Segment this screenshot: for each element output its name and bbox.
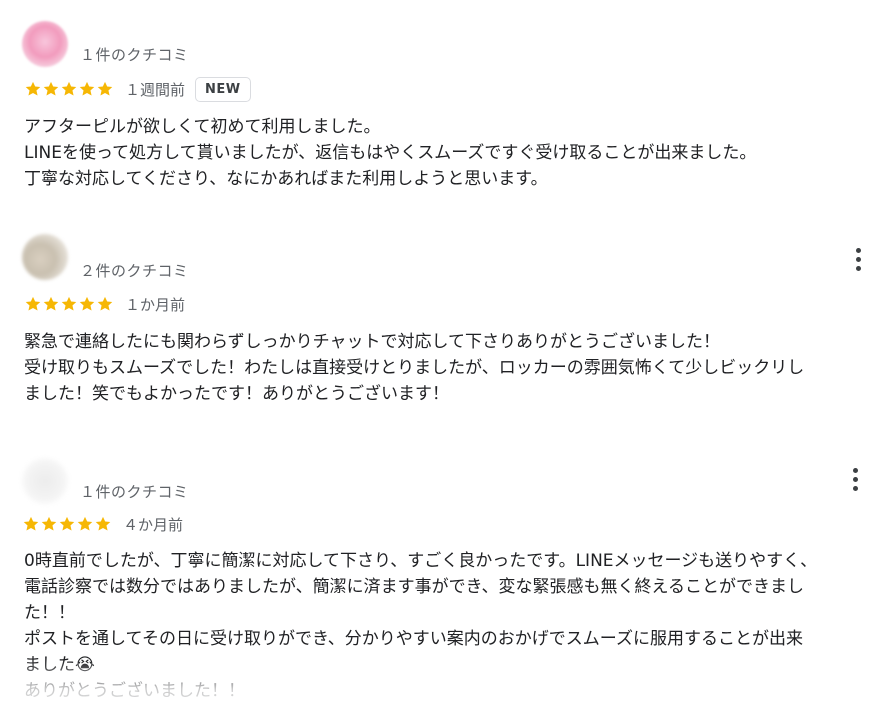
star-icon: [40, 515, 58, 533]
star-icon: [24, 295, 42, 313]
more-options-button[interactable]: [845, 466, 865, 494]
reviewer-avatar[interactable]: [22, 21, 68, 67]
review-time: １か月前: [125, 295, 186, 314]
review-text-line: 緊急で連絡したにも関わらずしっかりチャットで対応して下さりありがとうございました…: [24, 332, 720, 352]
review-text: アフターピルが欲しくて初めて利用しました。 LINEを使って処方して貰いましたが…: [24, 114, 864, 192]
star-icon: [96, 295, 114, 313]
review-text: 0時直前でしたが、丁寧に簡潔に対応して下さり、すごく良かったです。LINEメッセ…: [24, 548, 864, 704]
review-text-line: ありがとうございました！！: [24, 681, 245, 701]
review-text-line: ポストを通してその日に受け取りができ、分かりやすい案内のおかげでスムーズに服用す…: [24, 629, 803, 649]
review-text-line: た！！: [24, 603, 75, 623]
star-icon: [42, 295, 60, 313]
review-time: １週間前: [125, 80, 186, 99]
rating-row: ４か月前: [22, 511, 183, 537]
reviewer-avatar[interactable]: [22, 234, 68, 280]
review-text-line: 電話診察では数分ではありましたが、簡潔に済ます事ができ、変な緊張感も無く終えるこ…: [24, 577, 804, 597]
review-count[interactable]: ２件のクチコミ: [80, 260, 189, 281]
review-text-line: 丁寧な対応してくださり、なにかあればまた利用しようと思います。: [24, 169, 548, 189]
more-vertical-icon: [853, 477, 858, 482]
star-rating: [22, 515, 112, 533]
review-count[interactable]: １件のクチコミ: [80, 44, 189, 65]
star-icon: [60, 80, 78, 98]
star-icon: [22, 515, 40, 533]
rating-row: １週間前 NEW: [24, 76, 251, 102]
star-icon: [42, 80, 60, 98]
new-badge: NEW: [195, 76, 251, 102]
star-icon: [94, 515, 112, 533]
star-icon: [58, 515, 76, 533]
star-icon: [60, 295, 78, 313]
more-vertical-icon: [853, 468, 858, 473]
reviewer-avatar[interactable]: [22, 458, 68, 504]
more-vertical-icon: [856, 257, 861, 262]
review-text-line: ました！笑でもよかったです！ありがとうございます！: [24, 384, 449, 404]
review-text-line: LINEを使って処方して貰いましたが、返信もはやくスムーズですぐ受け取ることが出…: [24, 143, 757, 163]
review-text-line: 0時直前でしたが、丁寧に簡潔に対応して下さり、すごく良かったです。LINEメッセ…: [24, 551, 818, 571]
star-icon: [76, 515, 94, 533]
star-rating: [24, 80, 114, 98]
rating-row: １か月前: [24, 291, 185, 317]
review-time: ４か月前: [123, 515, 184, 534]
more-vertical-icon: [856, 248, 861, 253]
review-text-line: ました😭: [24, 655, 95, 675]
more-vertical-icon: [853, 486, 858, 491]
star-icon: [78, 295, 96, 313]
star-icon: [78, 80, 96, 98]
review-text: 緊急で連絡したにも関わらずしっかりチャットで対応して下さりありがとうございました…: [24, 329, 864, 407]
star-icon: [24, 80, 42, 98]
review-count[interactable]: １件のクチコミ: [80, 481, 189, 502]
review-text-line: 受け取りもスムーズでした！わたしは直接受けとりましたが、ロッカーの雰囲気怖くて少…: [24, 358, 805, 378]
star-icon: [96, 80, 114, 98]
review-text-line: アフターピルが欲しくて初めて利用しました。: [24, 117, 381, 137]
star-rating: [24, 295, 114, 313]
more-vertical-icon: [856, 266, 861, 271]
more-options-button[interactable]: [848, 246, 868, 274]
